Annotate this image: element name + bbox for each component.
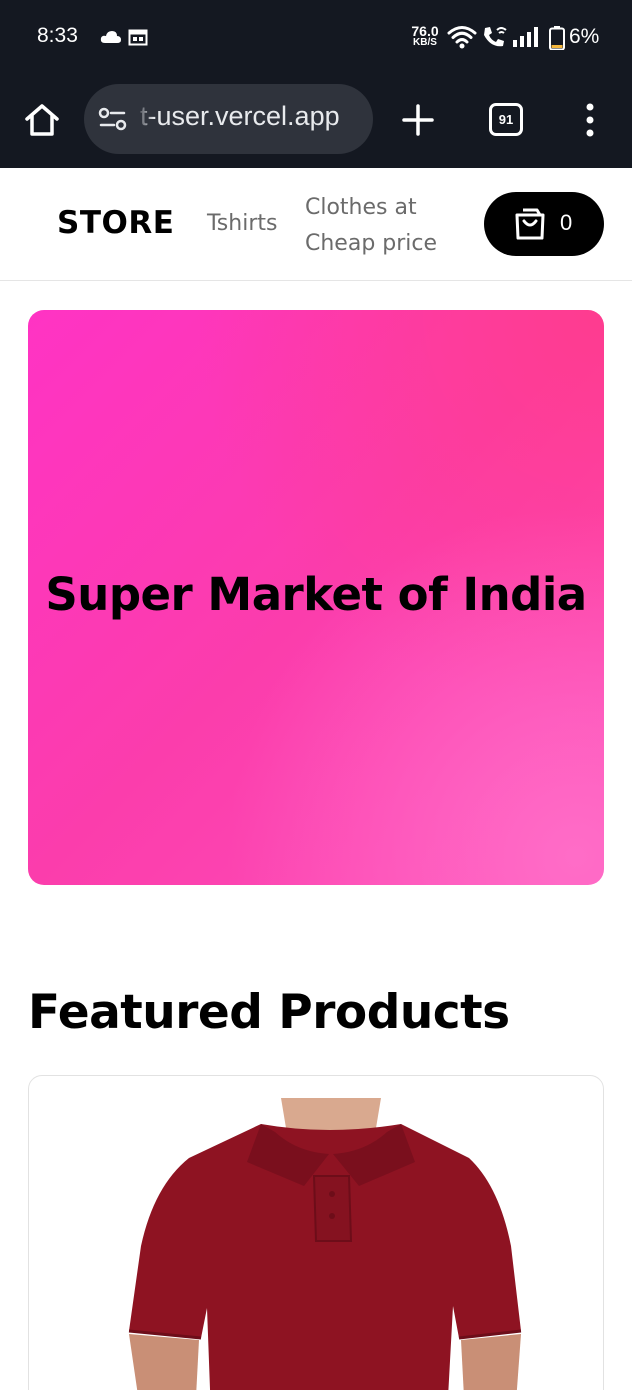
cart-count: 0 <box>560 210 573 235</box>
signal-icon <box>512 26 540 52</box>
wifi-icon <box>447 25 477 53</box>
status-time: 8:33 <box>37 24 78 47</box>
battery-level: 6% <box>569 25 600 48</box>
cart-button[interactable]: 0 <box>484 192 604 256</box>
wifi-calling-icon <box>481 25 509 53</box>
network-speed-value: 76.0 <box>411 23 439 39</box>
product-card[interactable] <box>28 1075 604 1390</box>
store-logo[interactable]: STORE <box>57 205 174 241</box>
browser-toolbar: t-user.vercel.app 91 <box>0 76 632 168</box>
battery-icon <box>549 26 565 54</box>
cloud-icon <box>100 29 122 48</box>
shopping-bag-icon <box>514 207 546 244</box>
site-settings-icon[interactable] <box>98 107 128 135</box>
nav-link-cheap-clothes[interactable]: Clothes at Cheap price <box>305 190 465 262</box>
home-icon[interactable] <box>22 100 62 140</box>
url-text[interactable]: t-user.vercel.app <box>140 101 360 132</box>
new-tab-icon[interactable] <box>400 102 436 138</box>
url-fade <box>136 94 154 144</box>
address-bar[interactable]: t-user.vercel.app <box>84 84 373 154</box>
tshirt-product-image[interactable] <box>29 1076 603 1390</box>
status-bar: 8:33 76.0 KB/S 6% <box>0 0 632 76</box>
calendar-icon <box>128 28 148 50</box>
featured-products-heading: Featured Products <box>28 985 510 1040</box>
more-menu-icon[interactable] <box>580 102 600 138</box>
nav-link-tshirts[interactable]: Tshirts <box>207 211 277 236</box>
site-header: STORE Tshirts Clothes at Cheap price 0 <box>0 168 632 281</box>
hero-banner: Super Market of India <box>28 310 604 885</box>
network-speed: 76.0 KB/S <box>405 23 445 48</box>
hero-title: Super Market of India <box>45 568 587 621</box>
tab-switcher-button[interactable]: 91 <box>489 103 523 136</box>
